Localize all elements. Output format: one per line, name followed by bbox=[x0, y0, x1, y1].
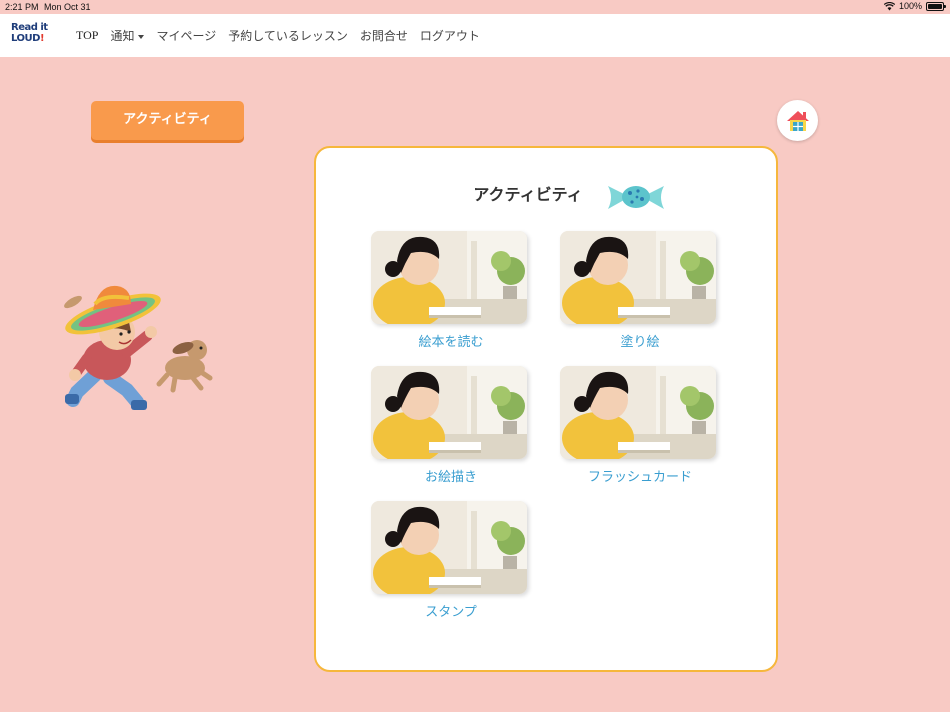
logo-line1: Read it bbox=[11, 22, 48, 33]
reading-girl-photo bbox=[371, 501, 527, 594]
tile-coloring[interactable]: 塗り絵 bbox=[560, 231, 720, 350]
app-logo[interactable]: Read it LOUD! bbox=[11, 22, 51, 50]
battery-percent: 100% bbox=[898, 1, 922, 11]
nav-logout[interactable]: ログアウト bbox=[420, 27, 480, 44]
wifi-icon bbox=[883, 1, 895, 10]
reading-girl-photo bbox=[371, 231, 527, 324]
nav-reserved-lessons[interactable]: 予約しているレッスン bbox=[228, 27, 348, 44]
nav-notifications[interactable]: 通知 bbox=[110, 27, 145, 44]
tile-label: フラッシュカード bbox=[587, 470, 692, 485]
navbar: Read it LOUD! TOP 通知 マイページ 予約しているレッスン お問… bbox=[0, 14, 950, 57]
nav-notifications-label: 通知 bbox=[110, 29, 135, 43]
card-title-text: アクティビティ bbox=[473, 185, 583, 204]
tile-thumbnail bbox=[371, 231, 527, 324]
reading-girl-photo bbox=[560, 231, 716, 324]
tile-label: スタンプ bbox=[425, 605, 477, 620]
tile-thumbnail bbox=[560, 231, 716, 324]
tile-read-picture-book[interactable]: 絵本を読む bbox=[371, 231, 531, 350]
nav-mypage[interactable]: マイページ bbox=[156, 27, 216, 44]
activity-card: アクティビティ 絵本を読む 塗り絵 お絵描き フラッシュカード スタンプ bbox=[314, 146, 778, 672]
reading-girl-photo bbox=[371, 366, 527, 459]
boy-and-dog-illustration bbox=[64, 285, 213, 410]
home-icon bbox=[786, 110, 809, 131]
tile-thumbnail bbox=[371, 366, 527, 459]
card-title: アクティビティ bbox=[316, 181, 776, 205]
reading-girl-photo bbox=[560, 366, 716, 459]
tile-label: お絵描き bbox=[424, 470, 477, 485]
tile-stamp[interactable]: スタンプ bbox=[371, 501, 531, 620]
logo-mark: ! bbox=[39, 33, 45, 44]
status-date: Mon Oct 31 bbox=[44, 2, 91, 12]
status-bar: 2:21 PM Mon Oct 31 100% bbox=[0, 0, 950, 14]
nav-contact[interactable]: お問合せ bbox=[360, 27, 408, 44]
chevron-down-icon bbox=[138, 34, 145, 39]
tile-label: 塗り絵 bbox=[620, 335, 660, 350]
main-nav: TOP 通知 マイページ 予約しているレッスン お問合せ ログアウト bbox=[76, 14, 492, 57]
status-time: 2:21 PM bbox=[5, 2, 39, 12]
tile-label: 絵本を読む bbox=[418, 335, 484, 350]
candy-icon bbox=[608, 186, 664, 209]
tile-drawing[interactable]: お絵描き bbox=[371, 366, 531, 485]
tile-thumbnail bbox=[560, 366, 716, 459]
home-button[interactable] bbox=[777, 100, 818, 141]
nav-top[interactable]: TOP bbox=[76, 28, 98, 43]
status-right: 100% bbox=[883, 1, 946, 11]
tile-thumbnail bbox=[371, 501, 527, 594]
activity-tab-button[interactable]: アクティビティ bbox=[91, 101, 244, 140]
tile-flash-cards[interactable]: フラッシュカード bbox=[560, 366, 720, 485]
logo-line2: LOUD bbox=[11, 33, 40, 44]
battery-icon bbox=[926, 1, 946, 11]
